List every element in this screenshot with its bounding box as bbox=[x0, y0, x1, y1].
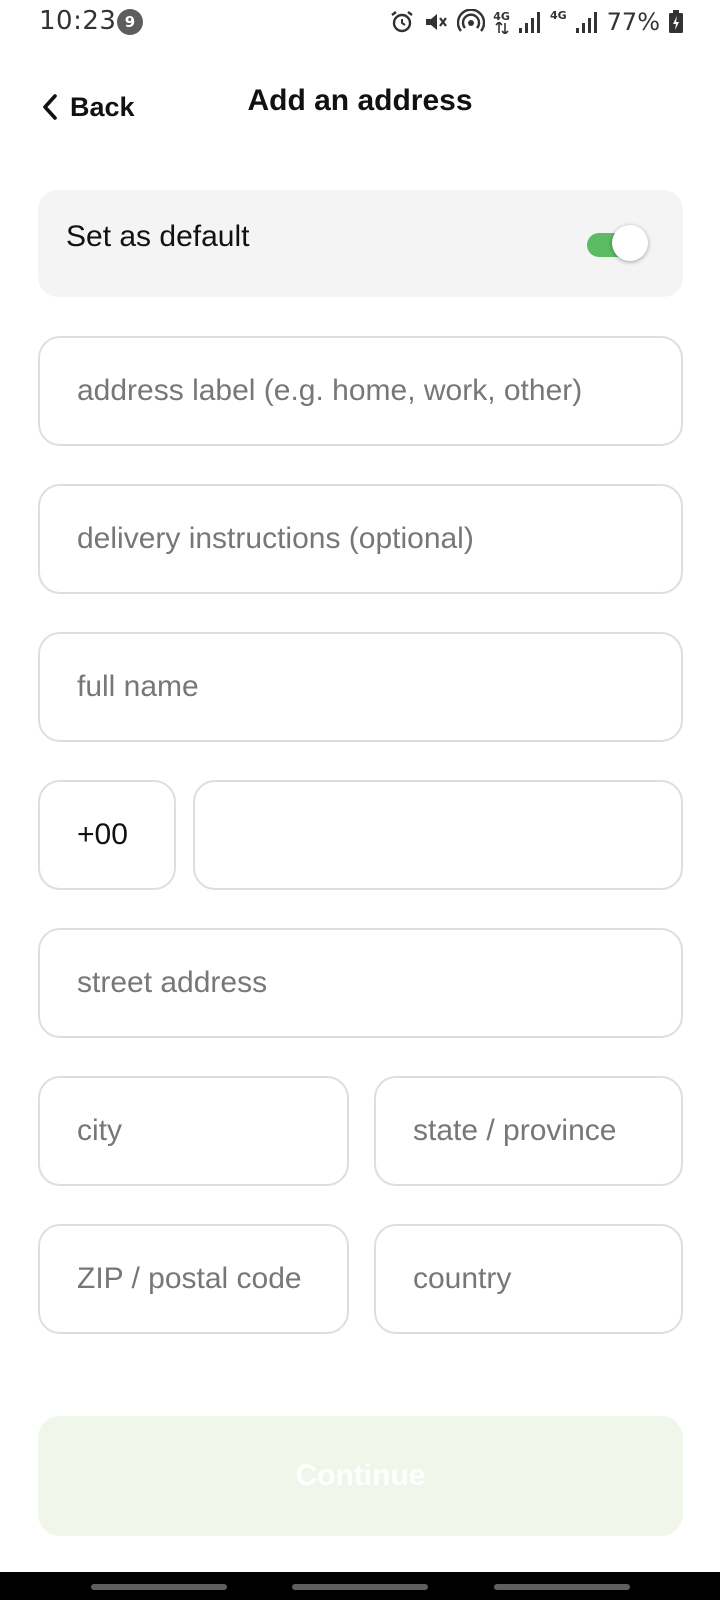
status-bar: 10:23 9 4G 4G 77% bbox=[0, 0, 720, 44]
battery-charging-icon bbox=[669, 10, 683, 33]
street-address-placeholder: street address bbox=[77, 966, 268, 999]
network-1-indicator: 4G bbox=[493, 11, 510, 34]
state-province-placeholder: state / province bbox=[413, 1114, 617, 1147]
hotspot-icon bbox=[457, 9, 486, 32]
delivery-instructions-placeholder: delivery instructions (optional) bbox=[77, 522, 474, 555]
network-2-label: 4G bbox=[549, 9, 567, 22]
page-title: Add an address bbox=[247, 84, 473, 117]
toggle-knob bbox=[612, 225, 648, 261]
state-province-input[interactable]: state / province bbox=[374, 1076, 683, 1186]
address-label-placeholder: address label (e.g. home, work, other) bbox=[77, 374, 583, 407]
country-code-value: +00 bbox=[77, 818, 128, 851]
notification-count-badge: 9 bbox=[117, 9, 143, 35]
continue-label: Continue bbox=[295, 1459, 426, 1492]
set-default-label: Set as default bbox=[66, 220, 250, 253]
set-default-row: Set as default bbox=[38, 190, 683, 297]
signal-icon-2 bbox=[575, 12, 597, 33]
battery-percent: 77% bbox=[606, 8, 660, 36]
header: Back Add an address bbox=[0, 76, 720, 136]
zip-postal-code-placeholder: ZIP / postal code bbox=[77, 1262, 302, 1295]
data-arrows-icon bbox=[495, 21, 509, 34]
mute-icon bbox=[426, 14, 448, 30]
city-placeholder: city bbox=[77, 1114, 122, 1147]
signal-icon-1 bbox=[518, 12, 540, 33]
city-input[interactable]: city bbox=[38, 1076, 349, 1186]
nav-back-button[interactable] bbox=[494, 1584, 630, 1590]
network-1-label: 4G bbox=[493, 9, 510, 23]
country-code-input[interactable]: +00 bbox=[38, 780, 176, 890]
full-name-placeholder: full name bbox=[77, 670, 199, 703]
country-placeholder: country bbox=[413, 1262, 512, 1295]
status-icons: 4G 4G 77% bbox=[389, 8, 684, 36]
country-input[interactable]: country bbox=[374, 1224, 683, 1334]
full-name-input[interactable]: full name bbox=[38, 632, 683, 742]
nav-recents-button[interactable] bbox=[91, 1584, 227, 1590]
system-nav-bar bbox=[0, 1572, 720, 1600]
alarm-icon bbox=[391, 11, 414, 33]
delivery-instructions-input[interactable]: delivery instructions (optional) bbox=[38, 484, 683, 594]
continue-button[interactable]: Continue bbox=[38, 1416, 683, 1536]
address-label-input[interactable]: address label (e.g. home, work, other) bbox=[38, 336, 683, 446]
set-default-toggle[interactable] bbox=[587, 223, 649, 263]
phone-number-input[interactable] bbox=[193, 780, 683, 890]
status-time: 10:23 bbox=[39, 6, 117, 36]
zip-postal-code-input[interactable]: ZIP / postal code bbox=[38, 1224, 349, 1334]
nav-home-button[interactable] bbox=[292, 1584, 428, 1590]
street-address-input[interactable]: street address bbox=[38, 928, 683, 1038]
